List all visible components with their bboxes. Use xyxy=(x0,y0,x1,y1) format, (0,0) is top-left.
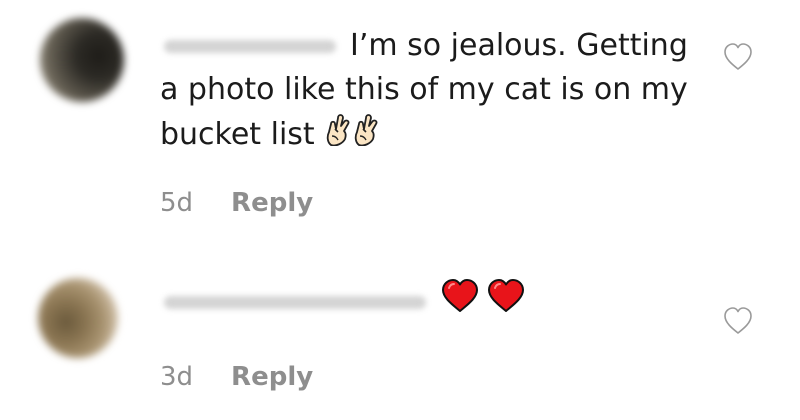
red-heart-emoji xyxy=(486,278,526,327)
username[interactable] xyxy=(164,296,426,309)
reply-button[interactable]: Reply xyxy=(231,362,313,392)
red-heart-emoji xyxy=(440,278,480,327)
comment-meta: 5d Reply xyxy=(160,188,313,218)
username[interactable] xyxy=(164,40,336,53)
comment-item: I’m so jealous. Getting a photo like thi… xyxy=(0,0,800,250)
avatar[interactable] xyxy=(40,18,124,102)
timestamp: 5d xyxy=(160,188,194,218)
like-button[interactable] xyxy=(722,42,754,72)
comment-body xyxy=(160,278,700,327)
comment-body: I’m so jealous. Getting a photo like thi… xyxy=(160,24,700,159)
like-button[interactable] xyxy=(722,306,754,336)
avatar[interactable] xyxy=(38,278,118,358)
crossed-fingers-emoji xyxy=(352,112,380,159)
heart-outline-icon xyxy=(724,307,752,334)
heart-outline-icon xyxy=(724,43,752,70)
reply-button[interactable]: Reply xyxy=(231,188,313,218)
crossed-fingers-emoji xyxy=(324,112,352,159)
timestamp: 3d xyxy=(160,362,194,392)
comment-meta: 3d Reply xyxy=(160,362,313,392)
comments-list: I’m so jealous. Getting a photo like thi… xyxy=(0,0,800,420)
comment-item: 3d Reply xyxy=(0,250,800,420)
